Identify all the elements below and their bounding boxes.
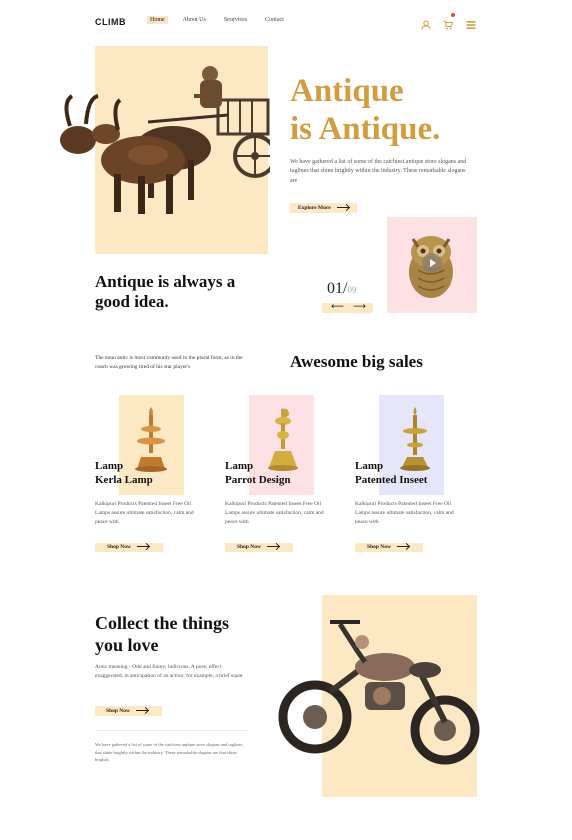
hero-description: We have gathered a list of some of the c…	[290, 159, 467, 184]
arrow-right-icon	[336, 207, 349, 209]
arrow-left-icon[interactable]: ⟵	[331, 302, 344, 312]
slide-total: 09	[347, 285, 357, 295]
motorcycle-model-image	[270, 612, 480, 772]
product-title: Lamp Kerla Lamp	[95, 459, 153, 488]
collect-title: Collect the things you love	[95, 613, 229, 656]
bullock-cart-image	[48, 60, 277, 220]
product-name: Kerla Lamp	[95, 474, 153, 487]
cart-icon[interactable]	[443, 13, 455, 30]
play-button-icon[interactable]	[422, 253, 442, 273]
sales-title: Awesome big sales	[290, 352, 423, 371]
shop-now-button[interactable]: Shop Now	[355, 543, 423, 552]
product-category: Lamp	[225, 460, 254, 472]
product-name: Parrot Design	[225, 474, 291, 487]
product-description: Kalkipuri Products Patented Inseet Free …	[225, 501, 324, 525]
nav-about[interactable]: About Us	[180, 16, 209, 24]
arrow-right-icon	[136, 710, 148, 712]
hero-title: Antique is Antique.	[290, 73, 440, 149]
product-description: Kalkipuri Products Patented Inseet Free …	[95, 501, 194, 525]
arrow-right-icon	[397, 546, 409, 548]
arrow-right-icon	[137, 546, 149, 548]
slide-current: 01/	[327, 280, 348, 297]
nav-services[interactable]: Seurvices	[221, 16, 250, 24]
explore-more-label: Explore More	[298, 205, 331, 211]
collect-note: We have gathered a list of some of the c…	[95, 742, 243, 763]
collect-title-line2: you love	[95, 634, 159, 655]
product-description: Kalkipuri Products Patented Inseet Free …	[355, 501, 454, 525]
nav-contact[interactable]: Contact	[262, 16, 287, 24]
cart-badge	[451, 13, 455, 17]
antic-quote: The noun antic is most commonly used in …	[95, 355, 243, 370]
shop-now-label: Shop Now	[237, 544, 261, 550]
slide-counter: 01/09	[327, 280, 356, 298]
nav-home[interactable]: Home	[147, 16, 168, 24]
user-icon[interactable]	[421, 15, 431, 30]
collect-title-line1: Collect the things	[95, 613, 229, 633]
arrow-right-icon	[267, 546, 279, 548]
hero-title-line1: Antique	[290, 73, 404, 109]
divider	[95, 730, 248, 731]
arrow-right-icon[interactable]: ⟶	[353, 302, 366, 312]
shop-now-button[interactable]: Shop Now	[95, 706, 162, 716]
product-name: Patented Inseet	[355, 474, 428, 487]
shop-now-label: Shop Now	[106, 708, 130, 714]
menu-icon[interactable]	[466, 15, 476, 29]
product-category: Lamp	[355, 460, 384, 472]
logo-text: CLIMB	[95, 17, 126, 27]
explore-more-button[interactable]: Explore More	[290, 203, 357, 213]
shop-now-label: Shop Now	[367, 544, 391, 550]
main-nav: Home About Us Seurvices Contact	[147, 16, 287, 24]
product-category: Lamp	[95, 460, 124, 472]
hero-title-line2: is Antique.	[290, 110, 441, 147]
shop-now-button[interactable]: Shop Now	[95, 543, 163, 552]
shop-now-button[interactable]: Shop Now	[225, 543, 293, 552]
collect-description: Antic meaning - Odd and funny; ludicrous…	[95, 664, 243, 680]
showcase-title: Antique is always a good idea.	[95, 272, 236, 311]
product-title: Lamp Patented Inseet	[355, 459, 427, 488]
shop-now-label: Shop Now	[107, 544, 131, 550]
logo[interactable]: CLIMB	[95, 17, 126, 27]
product-title: Lamp Parrot Design	[225, 459, 290, 488]
